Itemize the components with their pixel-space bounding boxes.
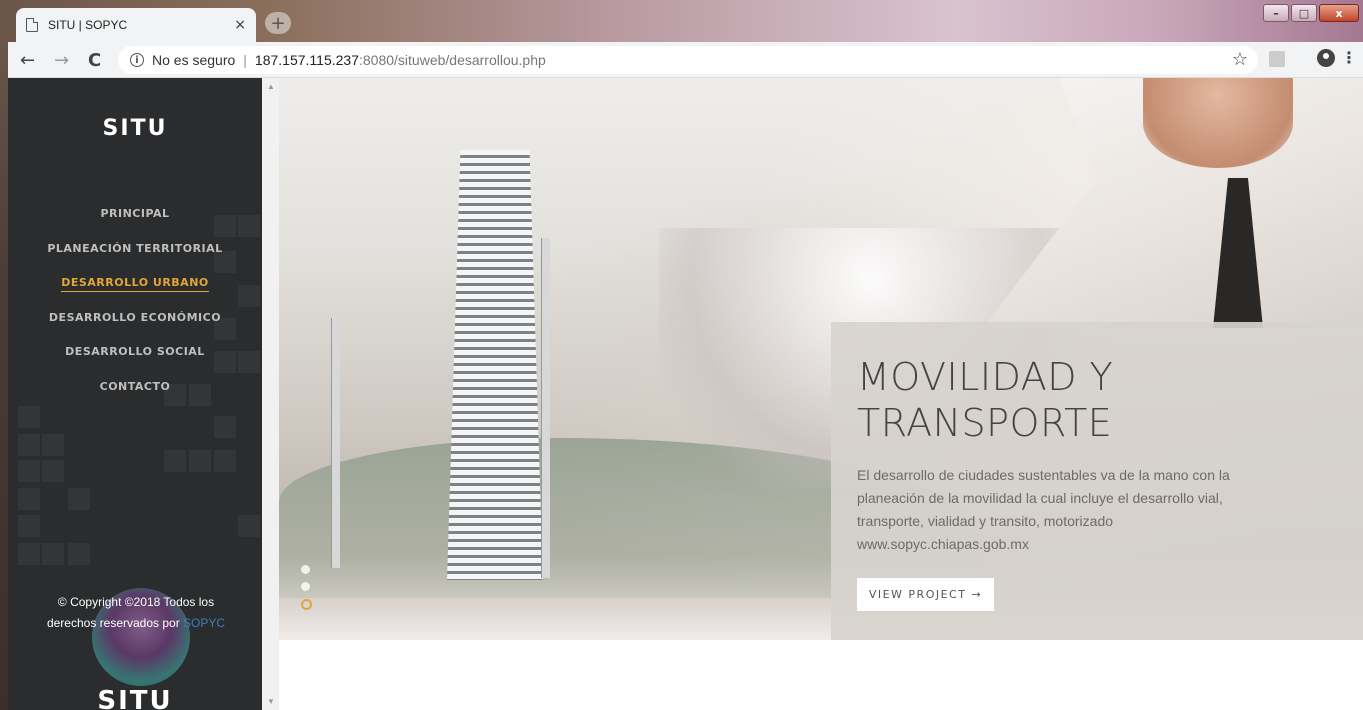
hero-title-line: TRANSPORTE — [857, 401, 1113, 445]
sidebar-decor-square — [214, 450, 236, 472]
site-logo[interactable]: SITU — [8, 116, 262, 141]
close-tab-icon[interactable]: × — [234, 17, 246, 33]
url-separator: | — [243, 52, 247, 68]
sidebar-decor-square — [18, 515, 40, 537]
sidebar-decor-square — [42, 543, 64, 565]
hero-image-face — [1143, 78, 1293, 168]
copyright-text: © Copyright ©2018 Todos los derechos res… — [38, 592, 234, 634]
hero-image-pole — [541, 238, 550, 578]
nav-label: CONTACTO — [99, 379, 171, 393]
url-path: :8080/situweb/desarrollou.php — [359, 52, 546, 68]
nav-item-desarrollo-urbano[interactable]: DESARROLLO URBANO — [8, 273, 262, 308]
sidebar-decor-square — [214, 416, 236, 438]
nav-label: PLANEACIÓN TERRITORIAL — [47, 241, 223, 255]
hero-title-line: MOVILIDAD Y — [857, 355, 1114, 399]
nav-item-desarrollo-economico[interactable]: DESARROLLO ECONÓMICO — [8, 308, 262, 343]
new-tab-button[interactable]: + — [265, 12, 291, 34]
sidebar-decor-square — [18, 543, 40, 565]
hero-description-line: transporte, vialidad y transito, motoriz… — [857, 513, 1114, 529]
sidebar-scrollbar[interactable]: ▲ ▼ — [262, 78, 279, 710]
address-bar[interactable]: i No es seguro | 187.157.115.237 :8080/s… — [118, 46, 1258, 74]
nav-label: DESARROLLO ECONÓMICO — [48, 310, 222, 324]
close-window-button[interactable]: x — [1319, 4, 1359, 22]
sidebar-decor-square — [238, 515, 260, 537]
web-page: SITU PRINCIPAL PLANEACIÓN TERRITORIAL DE… — [8, 78, 1363, 710]
hero-image-tower — [447, 150, 543, 580]
nav-item-contacto[interactable]: CONTACTO — [8, 377, 262, 412]
sidebar-decor-square — [42, 434, 64, 456]
page-icon — [26, 18, 38, 32]
nav-item-planeacion-territorial[interactable]: PLANEACIÓN TERRITORIAL — [8, 239, 262, 274]
url-host: 187.157.115.237 — [254, 52, 359, 68]
sidebar-decor-square — [42, 460, 64, 482]
hero-description-line: El desarrollo de ciudades sustentables v… — [857, 467, 1230, 483]
hero-description: El desarrollo de ciudades sustentables v… — [857, 464, 1337, 556]
sidebar-decor-square — [68, 488, 90, 510]
forward-button[interactable]: → — [54, 50, 69, 71]
slider-pagination — [301, 565, 312, 618]
profile-icon[interactable] — [1317, 49, 1335, 67]
extension-icon[interactable] — [1269, 51, 1285, 67]
nav-item-desarrollo-social[interactable]: DESARROLLO SOCIAL — [8, 342, 262, 377]
sidebar-nav: PRINCIPAL PLANEACIÓN TERRITORIAL DESARRO… — [8, 204, 262, 411]
hero-description-line: planeación de la movilidad la cual inclu… — [857, 490, 1223, 506]
minimize-button[interactable]: – — [1263, 4, 1289, 22]
window-controls: – □ x — [1263, 4, 1359, 22]
sidebar-decor-square — [68, 543, 90, 565]
browser-menu-icon[interactable]: ⋮ — [1341, 48, 1357, 67]
slide-dot[interactable] — [301, 565, 310, 574]
back-button[interactable]: ← — [20, 50, 35, 71]
security-label: No es seguro — [152, 52, 236, 68]
nav-label: DESARROLLO SOCIAL — [65, 345, 205, 358]
hero-caption: MOVILIDAD Y TRANSPORTE El desarrollo de … — [831, 322, 1363, 640]
sidebar-decor-square — [18, 460, 40, 482]
sidebar: SITU PRINCIPAL PLANEACIÓN TERRITORIAL DE… — [8, 78, 262, 710]
scroll-up-icon[interactable]: ▲ — [267, 82, 275, 91]
reload-button[interactable]: C — [88, 50, 101, 71]
slide-dot-active[interactable] — [301, 599, 312, 610]
scroll-down-icon[interactable]: ▼ — [267, 697, 275, 706]
info-icon[interactable]: i — [130, 53, 144, 67]
page-content-below — [279, 640, 1363, 710]
browser-tab[interactable]: SITU | SOPYC × — [16, 8, 256, 42]
nav-label: DESARROLLO URBANO — [61, 276, 209, 292]
sopyc-link[interactable]: SOPYC — [183, 616, 225, 630]
sidebar-decor-square — [189, 450, 211, 472]
maximize-button[interactable]: □ — [1291, 4, 1317, 22]
hero-title: MOVILIDAD Y TRANSPORTE — [857, 354, 1337, 446]
bookmark-star-icon[interactable]: ☆ — [1232, 49, 1248, 70]
slide-dot[interactable] — [301, 582, 310, 591]
hero-website: www.sopyc.chiapas.gob.mx — [857, 536, 1029, 552]
tab-title: SITU | SOPYC — [48, 18, 128, 32]
hero-image-pole — [331, 318, 340, 568]
nav-item-principal[interactable]: PRINCIPAL — [8, 204, 262, 239]
view-project-button[interactable]: VIEW PROJECT → — [857, 578, 994, 611]
sidebar-decor-square — [18, 488, 40, 510]
browser-toolbar: ← → C i No es seguro | 187.157.115.237 :… — [8, 42, 1363, 78]
footer-logo: SITU — [97, 686, 173, 710]
sidebar-decor-square — [164, 450, 186, 472]
sidebar-decor-square — [18, 434, 40, 456]
nav-label: PRINCIPAL — [100, 207, 170, 220]
